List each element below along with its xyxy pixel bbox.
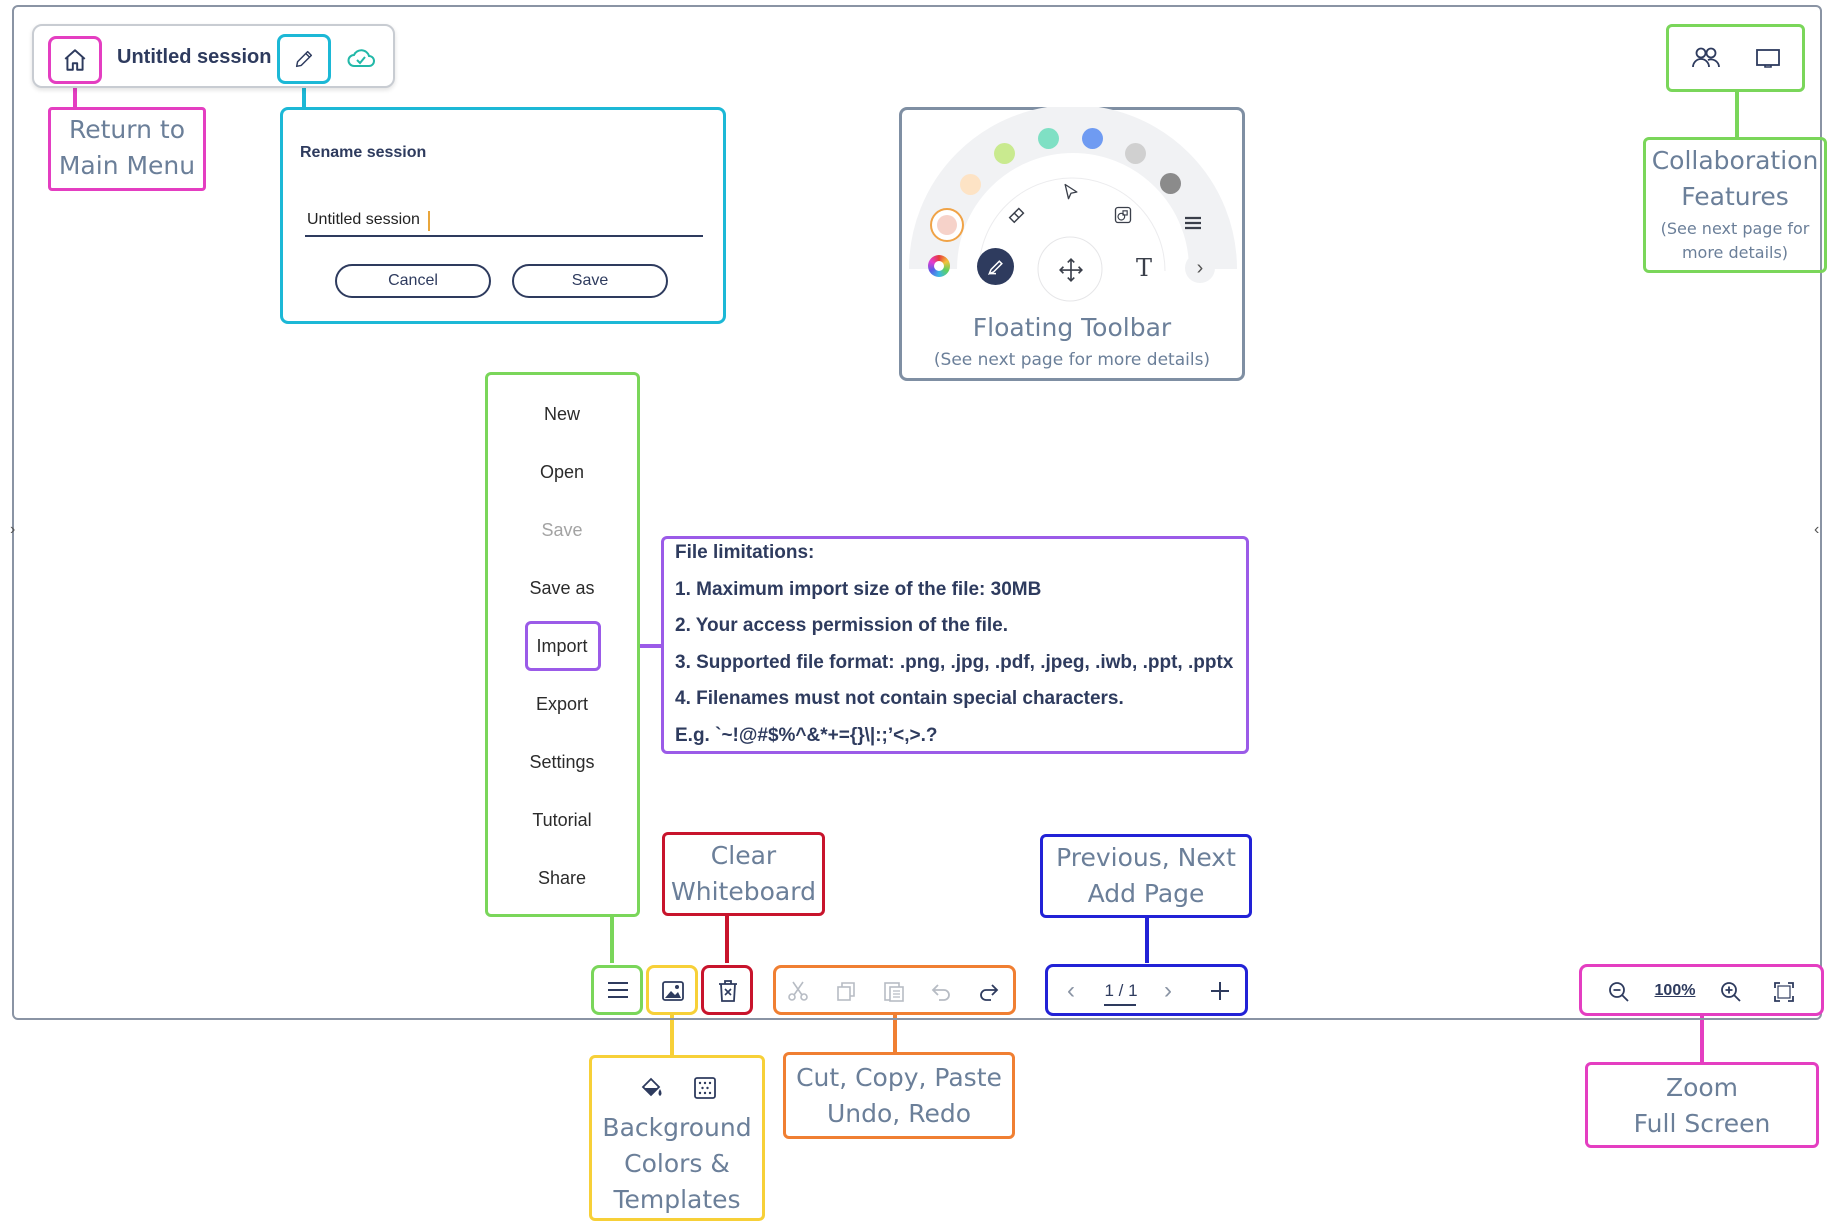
- previous-page-button[interactable]: ‹: [1056, 976, 1086, 1006]
- menu-item-export[interactable]: Export: [488, 694, 636, 715]
- pointer-icon: [1064, 183, 1078, 200]
- template-pattern-icon: [691, 1074, 719, 1102]
- image-icon: [662, 981, 684, 1001]
- pencil-icon: [295, 50, 313, 68]
- menu-item-save-as[interactable]: Save as: [488, 578, 636, 599]
- color-swatch[interactable]: [1038, 128, 1059, 149]
- participants-button[interactable]: [1688, 40, 1724, 76]
- file-limitation-line: 2. Your access permission of the file.: [675, 615, 1008, 636]
- fullscreen-icon: [1774, 982, 1794, 1002]
- move-icon: [1059, 258, 1083, 282]
- zoom-out-button[interactable]: [1604, 977, 1634, 1007]
- right-edge-chevron-icon[interactable]: ‹: [1814, 521, 1819, 539]
- fullscreen-button[interactable]: [1769, 977, 1799, 1007]
- rename-dialog-title: Rename session: [300, 144, 427, 161]
- session-name-input[interactable]: Untitled session: [307, 211, 420, 229]
- menu-item-import[interactable]: Import: [488, 636, 636, 657]
- zoom-out-icon: [1609, 982, 1629, 1002]
- background-button[interactable]: [646, 965, 698, 1015]
- scissors-icon: [788, 981, 808, 1001]
- file-limitations-title: File limitations:: [675, 542, 815, 563]
- home-icon: [64, 49, 86, 71]
- file-limitation-line: 3. Supported file format: .png, .jpg, .p…: [675, 652, 1234, 673]
- home-button[interactable]: [48, 36, 102, 84]
- collaboration-annotation: Collaboration Features: [1651, 146, 1819, 211]
- cut-button[interactable]: [783, 976, 813, 1006]
- pointer-button[interactable]: [1058, 179, 1084, 205]
- redo-icon: [980, 984, 999, 1001]
- users-icon: [1692, 47, 1720, 68]
- cloud-check-icon: [347, 49, 375, 67]
- chevron-right-icon[interactable]: ›: [1185, 253, 1215, 283]
- menu-item-share[interactable]: Share: [488, 868, 636, 889]
- shapes-icon: [1114, 206, 1132, 224]
- collaboration-annotation-sub: (See next page for more details): [1660, 219, 1810, 262]
- color-swatch[interactable]: [994, 143, 1015, 164]
- text-caret: [428, 211, 430, 231]
- main-menu-button[interactable]: [591, 965, 643, 1015]
- eraser-button[interactable]: [1004, 201, 1030, 227]
- menu-item-open[interactable]: Open: [488, 462, 636, 483]
- paste-icon: [884, 982, 904, 1002]
- redo-button[interactable]: [974, 976, 1004, 1006]
- color-swatch[interactable]: [1125, 143, 1146, 164]
- clear-annotation: Clear Whiteboard: [671, 841, 816, 906]
- screen-cast-icon: [1756, 49, 1780, 68]
- undo-icon: [931, 984, 950, 1001]
- zoom-in-icon: [1721, 982, 1741, 1002]
- file-limitation-line: 1. Maximum import size of the file: 30MB: [675, 579, 1042, 600]
- next-page-button[interactable]: ›: [1153, 976, 1183, 1006]
- shapes-button[interactable]: [1110, 202, 1136, 228]
- hamburger-icon: [608, 982, 628, 998]
- save-button[interactable]: Save: [512, 264, 668, 298]
- zoom-level[interactable]: 100%: [1648, 982, 1702, 1000]
- cast-screen-button[interactable]: [1750, 40, 1786, 76]
- copy-icon: [837, 982, 855, 1001]
- file-limitation-line: 4. Filenames must not contain special ch…: [675, 688, 1124, 709]
- paint-bucket-icon: [637, 1073, 667, 1103]
- menu-item-save: Save: [541, 520, 583, 540]
- file-limitation-example: E.g. `~!@#$%^&*+={}\|:;’<,>.?: [675, 725, 938, 746]
- color-wheel-icon[interactable]: [928, 255, 950, 277]
- edit-annotation: Cut, Copy, Paste Undo, Redo: [796, 1063, 1002, 1128]
- page-indicator: 1 / 1: [1104, 981, 1138, 1000]
- cloud-sync-button[interactable]: [343, 40, 379, 76]
- floating-toolbar-sublabel: (See next page for more details): [933, 350, 1211, 370]
- left-edge-chevron-icon[interactable]: ›: [10, 521, 15, 539]
- trash-icon: [719, 980, 737, 1002]
- floating-toolbar-label: Floating Toolbar: [972, 313, 1172, 342]
- rename-button[interactable]: [277, 34, 331, 84]
- zoom-annotation: Zoom Full Screen: [1633, 1073, 1771, 1138]
- page-indicator-underline: [1104, 1004, 1136, 1006]
- return-main-annotation: Return to Main Menu: [58, 115, 196, 180]
- highlighter-button[interactable]: [977, 248, 1014, 285]
- menu-item-new[interactable]: New: [488, 404, 636, 425]
- menu-icon: [1185, 216, 1201, 230]
- cancel-button[interactable]: Cancel: [335, 264, 491, 298]
- menu-item-settings[interactable]: Settings: [488, 752, 636, 773]
- pages-annotation: Previous, Next Add Page: [1056, 843, 1236, 908]
- copy-button[interactable]: [831, 976, 861, 1006]
- file-limitations-box: [661, 536, 1249, 754]
- session-title: Untitled session: [117, 46, 272, 68]
- undo-button[interactable]: [926, 976, 956, 1006]
- plus-icon: [1211, 982, 1229, 1000]
- move-button[interactable]: [1055, 254, 1087, 286]
- text-icon[interactable]: T: [1131, 254, 1157, 282]
- background-annotation: Background Colors & Templates: [602, 1113, 752, 1214]
- highlighter-icon: [987, 259, 1003, 275]
- color-swatch[interactable]: [960, 174, 981, 195]
- eraser-icon: [1008, 207, 1025, 224]
- input-underline: [305, 235, 703, 237]
- clear-whiteboard-button[interactable]: [701, 965, 753, 1015]
- zoom-in-button[interactable]: [1716, 977, 1746, 1007]
- add-page-button[interactable]: [1205, 976, 1235, 1006]
- menu-item-tutorial[interactable]: Tutorial: [488, 810, 636, 831]
- menu-button[interactable]: [1181, 212, 1205, 234]
- color-swatch[interactable]: [937, 215, 957, 235]
- paste-button[interactable]: [879, 976, 909, 1006]
- color-swatch[interactable]: [1160, 173, 1181, 194]
- color-swatch[interactable]: [1082, 128, 1103, 149]
